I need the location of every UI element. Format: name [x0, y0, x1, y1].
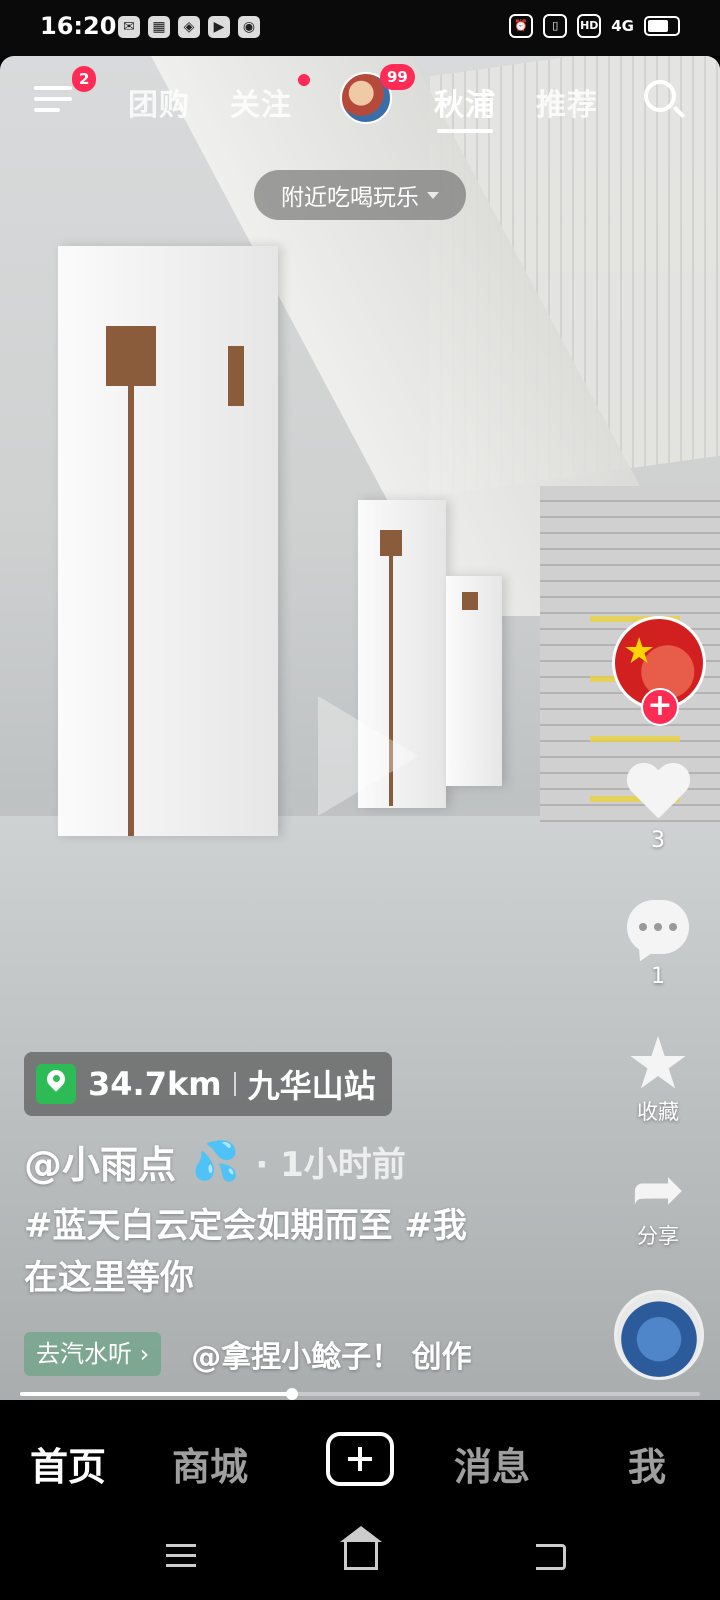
system-nav-bar: [0, 1520, 720, 1600]
open-music-app-button[interactable]: 去汽水听 ›: [24, 1332, 162, 1376]
notification-icons: ✉ ▦ ◈ ▶ ◉: [118, 16, 260, 38]
play-icon[interactable]: [318, 696, 418, 816]
app-icon: ◈: [178, 16, 200, 38]
stair-stripe: [590, 736, 680, 742]
following-dot: [298, 74, 310, 86]
system-indicators: ⏰ ▯ HD 4G: [509, 14, 680, 38]
progress-knob[interactable]: [286, 1388, 298, 1400]
battery-icon: [644, 16, 680, 36]
location-name: 九华山站: [247, 1067, 376, 1105]
wechat-icon: ✉: [118, 16, 140, 38]
music-row: 去汽水听 › @拿捏小鲶子！ 创作: [24, 1332, 472, 1376]
tab-mall[interactable]: 商城: [172, 1436, 248, 1491]
menu-badge: 2: [72, 66, 97, 92]
divider: [233, 1072, 236, 1096]
tab-group-buy[interactable]: 团购: [128, 80, 190, 124]
recent-apps-icon[interactable]: [166, 1544, 196, 1574]
top-nav: 2 团购 关注 99 秋浦 推荐: [0, 64, 720, 133]
author-name[interactable]: @小雨点: [24, 1134, 176, 1189]
back-icon[interactable]: [536, 1544, 566, 1570]
tab-local[interactable]: 秋浦: [434, 80, 496, 124]
heart-icon: [625, 764, 691, 824]
follow-button[interactable]: +: [641, 688, 679, 726]
post-time: · 1小时前: [255, 1145, 406, 1185]
status-bar: 16:20 ✉ ▦ ◈ ▶ ◉ ⏰ ▯ HD 4G: [0, 0, 720, 56]
video-progress-bar[interactable]: [20, 1388, 700, 1400]
nearby-filter-button[interactable]: 附近吃喝玩乐: [254, 170, 466, 220]
tab-recommend[interactable]: 推荐: [536, 80, 598, 124]
tab-home[interactable]: 首页: [30, 1436, 106, 1491]
search-icon[interactable]: [644, 80, 686, 120]
create-button[interactable]: [326, 1432, 394, 1486]
friends-badge: 99: [380, 64, 415, 90]
caption-line: 在这里等你: [24, 1258, 194, 1298]
status-time: 16:20: [40, 12, 117, 40]
home-icon[interactable]: [340, 1526, 382, 1570]
droplets-emoji: 💦: [192, 1139, 240, 1183]
caption-line: #蓝天白云定会如期而至 #我: [24, 1206, 467, 1246]
progress-fill: [20, 1392, 292, 1396]
favorite-label: 收藏: [637, 1100, 679, 1124]
like-button[interactable]: 3: [608, 764, 708, 853]
app-icon: ▦: [148, 16, 170, 38]
alarm-icon: ⏰: [509, 14, 534, 38]
comment-icon: [627, 900, 689, 954]
caret-down-icon: [427, 191, 439, 199]
tab-following[interactable]: 关注: [230, 80, 292, 124]
pillar: [446, 576, 502, 786]
share-label: 分享: [637, 1224, 679, 1248]
location-distance: 34.7km: [88, 1065, 222, 1103]
post-caption[interactable]: #蓝天白云定会如期而至 #我 在这里等你: [24, 1200, 544, 1304]
music-disc-icon[interactable]: [614, 1290, 704, 1380]
share-button[interactable]: ➦ 分享: [608, 1153, 708, 1250]
tab-me[interactable]: 我: [628, 1436, 666, 1491]
music-credit[interactable]: @拿捏小鲶子！ 创作: [191, 1332, 471, 1376]
location-tag[interactable]: 34.7km 九华山站: [24, 1052, 392, 1116]
pillar: [58, 246, 278, 836]
video-app-icon: ▶: [208, 16, 230, 38]
star-icon: ★: [625, 1021, 691, 1105]
comment-count: 1: [651, 964, 665, 989]
favorite-button[interactable]: ★ 收藏: [608, 1021, 708, 1126]
baidu-icon: ◉: [238, 16, 260, 38]
author-line: @小雨点 💦 · 1小时前: [24, 1134, 406, 1189]
menu-icon[interactable]: [34, 86, 72, 116]
location-pin-icon: [36, 1064, 76, 1104]
nearby-filter-label: 附近吃喝玩乐: [281, 185, 419, 211]
bottom-tab-bar: 首页 商城 消息 我: [0, 1400, 720, 1520]
tab-messages[interactable]: 消息: [454, 1436, 530, 1491]
hd-icon: HD: [577, 14, 602, 38]
comment-button[interactable]: 1: [608, 900, 708, 989]
signal-icon: 4G: [611, 17, 634, 35]
like-count: 3: [651, 828, 665, 853]
active-tab-indicator: [437, 129, 493, 133]
share-icon: ➦: [631, 1153, 685, 1227]
vibrate-icon: ▯: [543, 14, 568, 38]
